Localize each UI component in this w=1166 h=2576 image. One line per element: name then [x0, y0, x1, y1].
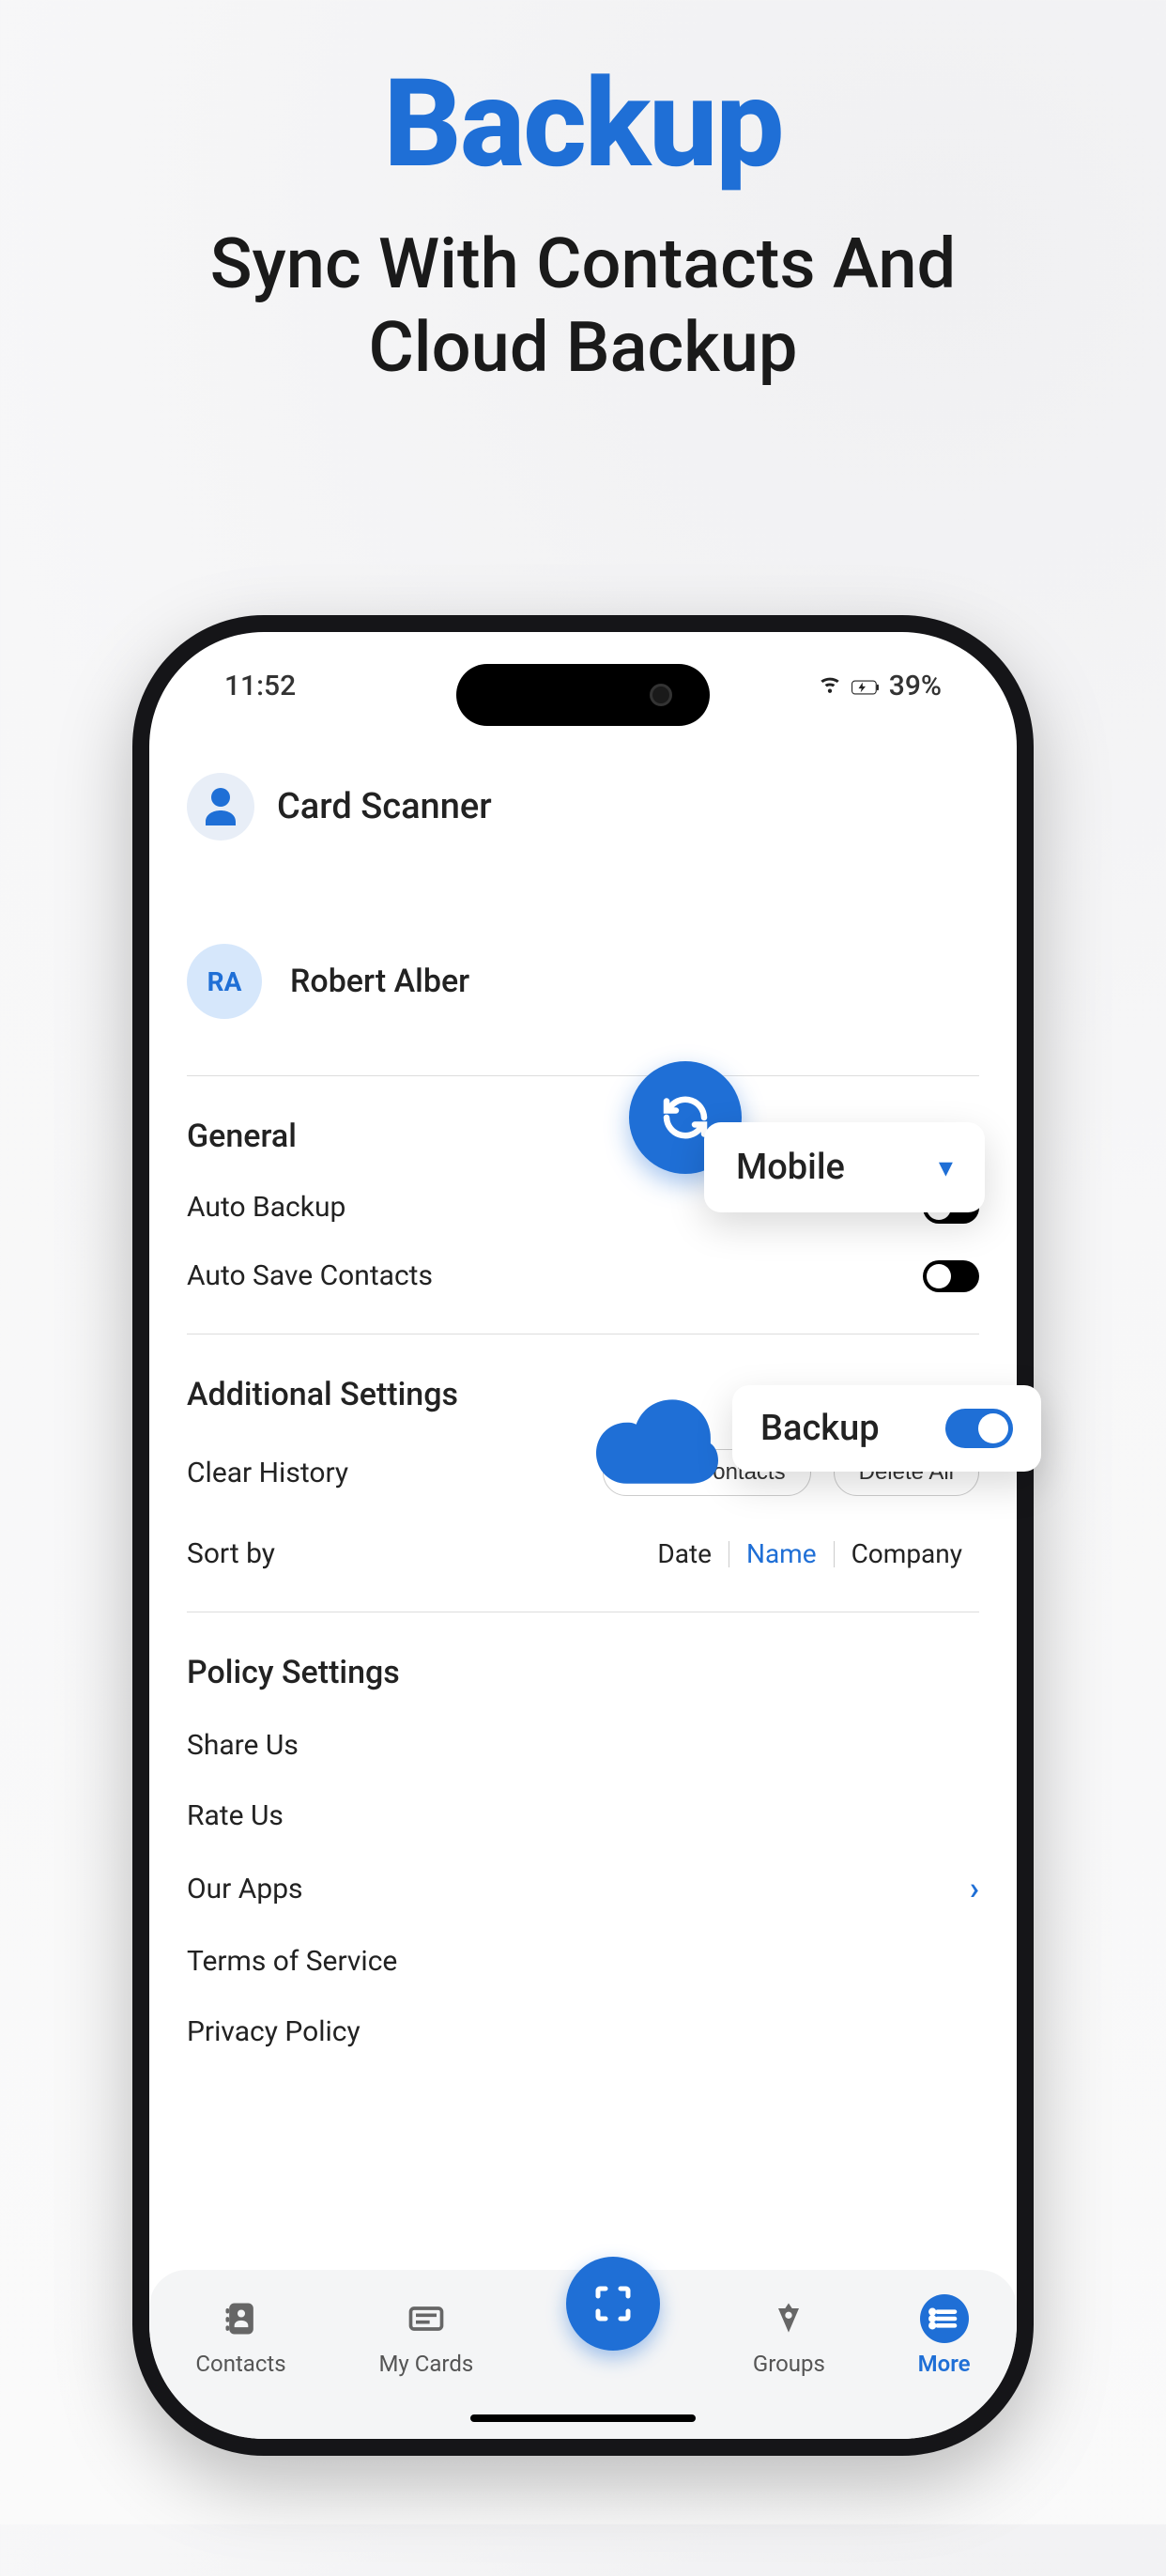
hero-subtitle: Sync With Contacts And Cloud Backup [0, 224, 1166, 391]
row-rate-us[interactable]: Rate Us [187, 1799, 979, 1832]
toggle-auto-save-contacts[interactable] [923, 1260, 979, 1292]
sort-name[interactable]: Name [729, 1538, 834, 1569]
label-clear-history: Clear History [187, 1457, 348, 1489]
profile-avatar[interactable] [187, 773, 254, 841]
row-terms[interactable]: Terms of Service [187, 1945, 979, 1978]
divider [187, 1075, 979, 1076]
hero-title: Backup [0, 52, 1166, 195]
row-auto-save-contacts: Auto Save Contacts [187, 1259, 979, 1292]
tab-my-cards[interactable]: My Cards [378, 2294, 473, 2377]
cards-icon [402, 2294, 451, 2343]
hero-subtitle-line2: Cloud Backup [0, 307, 1166, 391]
user-row[interactable]: RA Robert Alber [187, 944, 979, 1019]
battery-percent: 39% [889, 670, 942, 702]
chevron-right-icon: › [970, 1870, 979, 1907]
row-sort-by: Sort by Date Name Company [187, 1537, 979, 1570]
label-terms: Terms of Service [187, 1945, 397, 1978]
app-title: Card Scanner [277, 786, 492, 827]
battery-icon [851, 670, 880, 702]
groups-icon [764, 2294, 813, 2343]
tab-label: My Cards [378, 2351, 473, 2377]
label-rate-us: Rate Us [187, 1799, 284, 1832]
tab-more[interactable]: More [918, 2294, 971, 2377]
tab-bar: Contacts My Cards Groups [149, 2270, 1017, 2439]
sort-date[interactable]: Date [640, 1538, 729, 1569]
contacts-icon [217, 2294, 266, 2343]
tab-contacts[interactable]: Contacts [195, 2294, 285, 2377]
hero-subtitle-line1: Sync With Contacts And [0, 224, 1166, 307]
label-auto-save-contacts: Auto Save Contacts [187, 1259, 433, 1292]
mobile-dropdown[interactable]: Mobile ▾ [704, 1122, 985, 1212]
user-name: Robert Alber [290, 963, 469, 1000]
section-policy-title: Policy Settings [187, 1654, 979, 1691]
tab-groups[interactable]: Groups [753, 2294, 825, 2377]
tab-label: Contacts [195, 2351, 285, 2377]
label-privacy: Privacy Policy [187, 2015, 361, 2048]
scan-fab-button[interactable] [566, 2257, 660, 2351]
cloud-icon [591, 1395, 723, 1489]
more-icon [920, 2294, 969, 2343]
app-header: Card Scanner [187, 773, 979, 841]
label-auto-backup: Auto Backup [187, 1191, 345, 1224]
status-bar: 11:52 39% [149, 670, 1017, 702]
backup-label: Backup [760, 1408, 880, 1449]
chevron-down-icon: ▾ [939, 1151, 953, 1184]
user-initials: RA [187, 944, 262, 1019]
row-share-us[interactable]: Share Us [187, 1729, 979, 1762]
row-privacy[interactable]: Privacy Policy [187, 2015, 979, 2048]
label-share-us: Share Us [187, 1729, 299, 1762]
status-time: 11:52 [224, 670, 296, 702]
sort-company[interactable]: Company [835, 1538, 979, 1569]
label-sort-by: Sort by [187, 1537, 275, 1570]
toggle-backup[interactable] [945, 1409, 1013, 1448]
mobile-label: Mobile [736, 1147, 845, 1188]
backup-toggle-card: Backup [732, 1385, 1041, 1472]
label-our-apps: Our Apps [187, 1873, 303, 1905]
sort-options: Date Name Company [640, 1538, 979, 1569]
wifi-icon [818, 670, 842, 702]
phone-frame: 11:52 39% Card Scanner RA Robert A [132, 615, 1034, 2456]
phone-screen: 11:52 39% Card Scanner RA Robert A [149, 632, 1017, 2439]
home-indicator [470, 2414, 696, 2422]
row-our-apps[interactable]: Our Apps › [187, 1870, 979, 1907]
tab-label: More [918, 2351, 971, 2377]
tab-label: Groups [753, 2351, 825, 2377]
